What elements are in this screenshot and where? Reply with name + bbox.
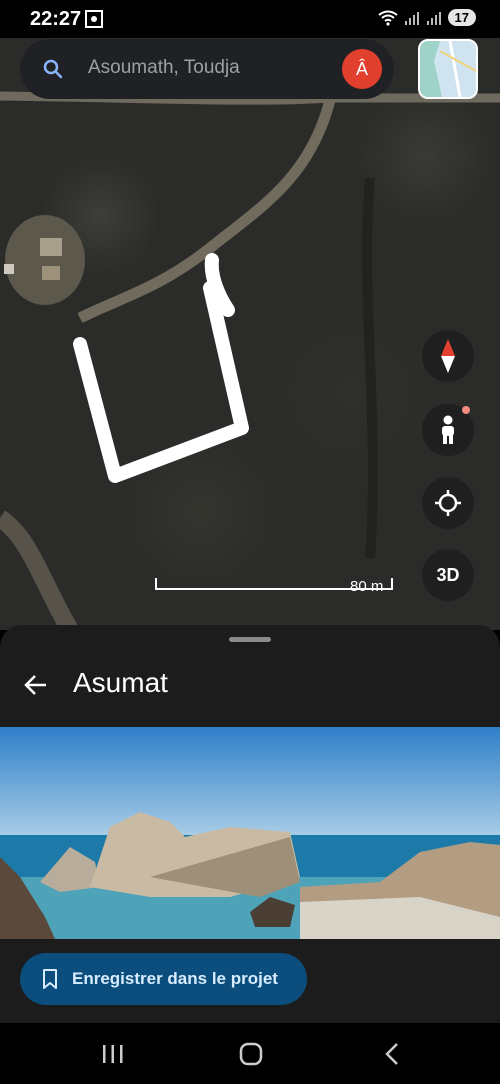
- search-bar[interactable]: Asoumath, Toudja Â: [20, 39, 394, 99]
- navigation-bar: [0, 1023, 500, 1084]
- place-title: Asumat: [73, 667, 168, 698]
- status-bar: 22:27 17: [0, 0, 500, 38]
- screenshot-icon: [85, 10, 103, 28]
- my-location-button[interactable]: [422, 477, 474, 529]
- compass-icon: [441, 339, 455, 373]
- map-overlay: [0, 91, 500, 630]
- pegman-icon: [442, 415, 454, 444]
- place-photo[interactable]: [0, 727, 500, 939]
- building: [40, 238, 62, 256]
- 3d-button[interactable]: 3D: [422, 549, 474, 601]
- save-button-label: Enregistrer dans le projet: [72, 969, 278, 988]
- notification-dot-icon: [462, 406, 470, 414]
- building: [42, 266, 60, 280]
- map-thumbnail-icon: [420, 41, 476, 97]
- save-to-project-button[interactable]: Enregistrer dans le projet: [20, 953, 307, 1005]
- coast-photo: [0, 727, 500, 939]
- compass-button[interactable]: [422, 330, 474, 382]
- bookmark-icon: [43, 969, 57, 989]
- bottom-sheet[interactable]: Asumat Enregistrer dans le projet: [0, 625, 500, 1023]
- recent-apps-icon[interactable]: [98, 1041, 128, 1067]
- drag-handle[interactable]: [229, 637, 271, 642]
- drawn-outline: [73, 253, 249, 483]
- status-icons: 17: [377, 9, 476, 26]
- layers-button[interactable]: [418, 39, 478, 99]
- satellite-map[interactable]: [0, 38, 500, 630]
- street-view-button[interactable]: [422, 404, 474, 456]
- battery-indicator: 17: [447, 9, 476, 26]
- scale-label: 80 m: [350, 578, 384, 595]
- back-icon[interactable]: [378, 1041, 408, 1067]
- status-time: 22:27: [30, 8, 82, 30]
- home-icon[interactable]: [236, 1041, 266, 1067]
- search-input[interactable]: Asoumath, Toudja: [88, 57, 240, 79]
- signal-icon: [404, 11, 419, 25]
- search-icon: [43, 59, 63, 79]
- avatar[interactable]: Â: [342, 49, 382, 89]
- wifi-icon: [377, 10, 398, 26]
- back-arrow-icon[interactable]: [22, 671, 50, 699]
- location-target-icon: [435, 490, 461, 516]
- building: [4, 264, 14, 274]
- signal-icon-2: [426, 11, 441, 25]
